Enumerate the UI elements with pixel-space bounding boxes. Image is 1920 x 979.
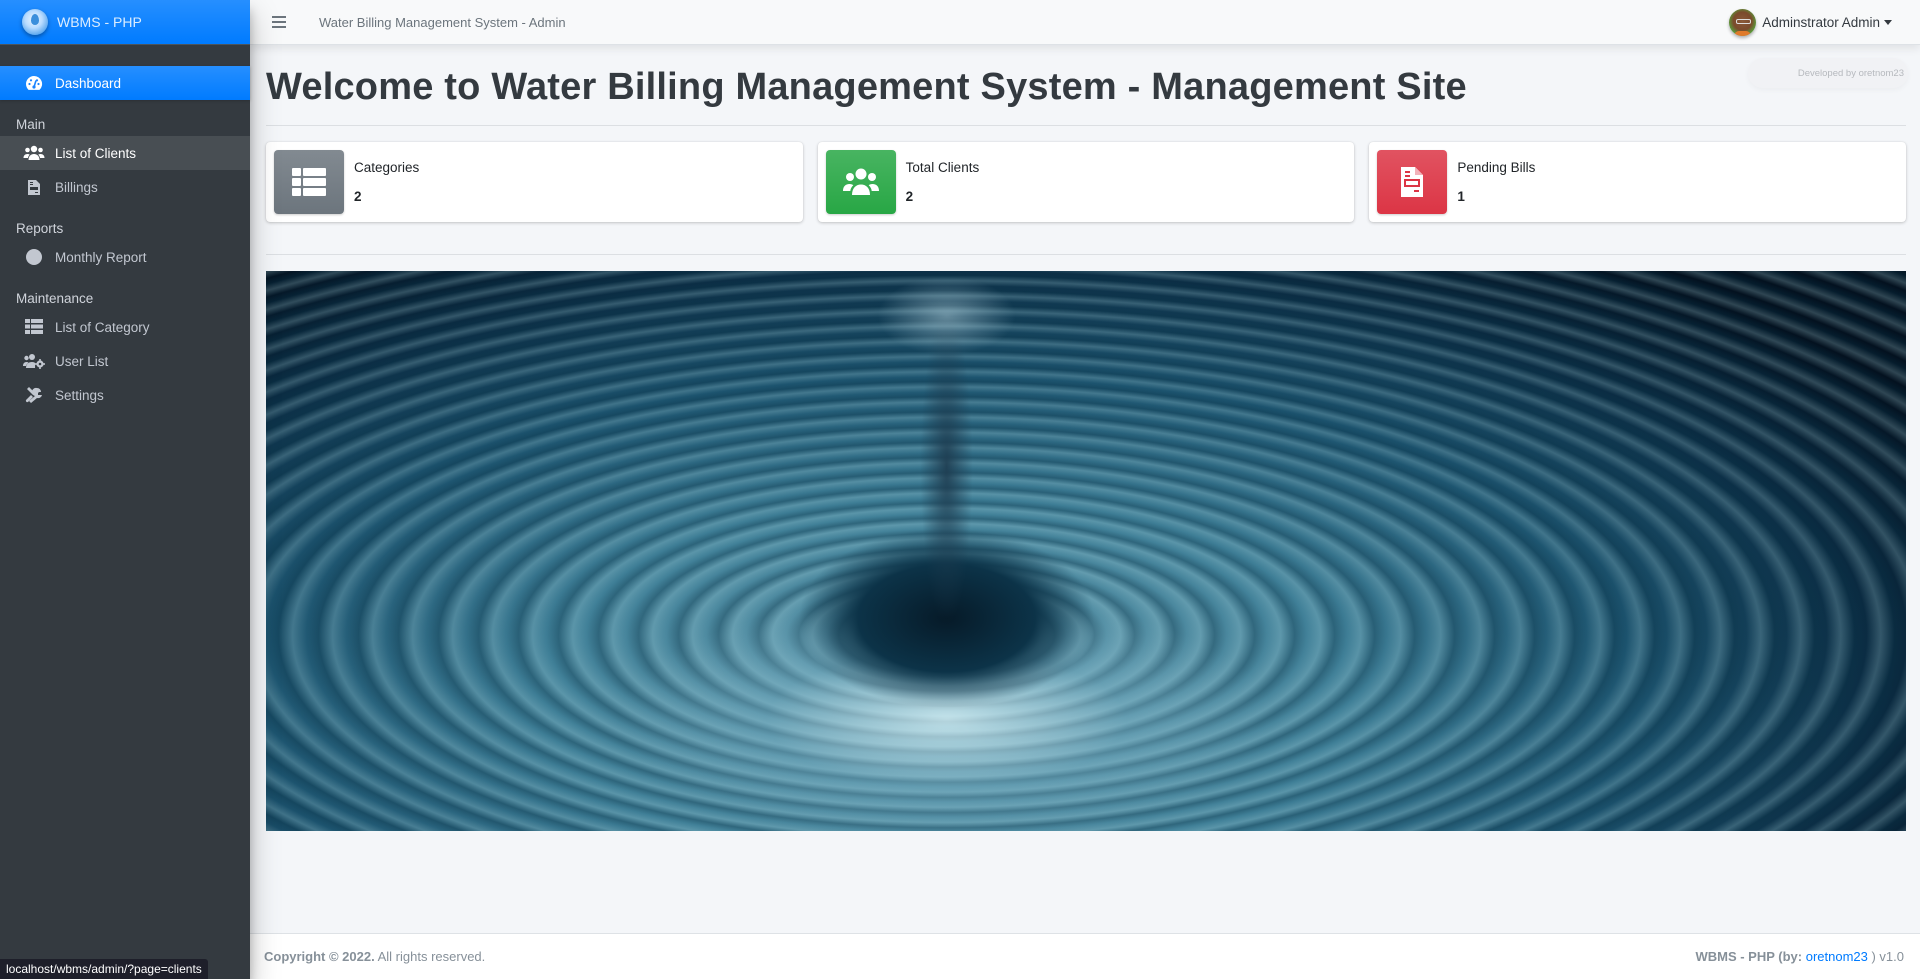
sidebar-item-billings[interactable]: Billings	[0, 170, 250, 204]
divider	[266, 254, 1906, 255]
user-dropdown[interactable]: Adminstrator Admin	[1729, 9, 1892, 36]
file-invoice-icon	[1401, 167, 1424, 197]
sidebar-item-monthly-report[interactable]: Monthly Report	[0, 240, 250, 274]
footer-copyright: Copyright © 2022. All rights reserved.	[264, 949, 485, 964]
users-icon	[23, 144, 45, 162]
tools-icon	[23, 386, 45, 404]
rights-text: All rights reserved.	[374, 949, 486, 964]
info-box-label: Total Clients	[905, 160, 980, 175]
sidebar-section-reports: Reports	[16, 220, 64, 236]
sidebar-item-list-of-category[interactable]: List of Category	[0, 310, 250, 344]
sidebar-item-label: List of Category	[55, 319, 150, 335]
info-box-label: Pending Bills	[1457, 160, 1536, 175]
sidebar-item-label: List of Clients	[55, 145, 137, 161]
sidebar-nav: Dashboard Main List of Clients Billings …	[0, 45, 250, 412]
divider	[266, 125, 1906, 126]
info-icon-box	[274, 150, 344, 214]
users-cog-icon	[23, 352, 45, 370]
user-name: Adminstrator Admin	[1762, 15, 1880, 30]
page-title: Welcome to Water Billing Management Syst…	[266, 66, 1467, 108]
sidebar-item-label: User List	[55, 353, 109, 369]
info-icon-box	[825, 150, 896, 214]
users-icon	[842, 168, 879, 195]
dashboard-gauge-icon	[23, 74, 45, 92]
file-invoice-icon	[23, 178, 45, 196]
info-box-categories: Categories 2	[266, 142, 803, 222]
avatar	[1729, 9, 1757, 36]
sidebar-item-dashboard[interactable]: Dashboard	[0, 66, 250, 100]
footer-credits: WBMS - PHP (by: oretnom23 ) v1.0	[1695, 949, 1904, 964]
sidebar-item-user-list[interactable]: User List	[0, 344, 250, 378]
sidebar-section-maintenance: Maintenance	[16, 290, 94, 306]
caret-down-icon	[1884, 20, 1892, 25]
copyright-text: Copyright © 2022.	[264, 949, 375, 964]
hamburger-icon[interactable]	[272, 16, 286, 28]
info-box-label: Categories	[354, 160, 420, 175]
circle-icon	[23, 248, 45, 266]
sidebar-item-label: Settings	[55, 387, 104, 403]
sidebar-item-list-of-clients[interactable]: List of Clients	[0, 136, 250, 170]
sidebar-item-label: Monthly Report	[55, 249, 147, 265]
site-title: Water Billing Management System - Admin	[319, 14, 566, 30]
sidebar-section-main: Main	[16, 116, 46, 132]
info-box-pending-bills: Pending Bills 1	[1369, 142, 1907, 222]
browser-status-url: localhost/wbms/admin/?page=clients	[0, 959, 208, 979]
app-credit-text: WBMS - PHP (by:	[1695, 949, 1806, 964]
hero-water-image	[266, 271, 1906, 831]
footer: Copyright © 2022. All rights reserved. W…	[250, 933, 1920, 979]
info-icon-box	[1377, 150, 1448, 214]
sidebar-item-label: Billings	[55, 179, 98, 195]
info-box-value: 1	[1457, 189, 1465, 204]
info-box-total-clients: Total Clients 2	[817, 142, 1355, 222]
sidebar-item-settings[interactable]: Settings	[0, 378, 250, 412]
table-list-icon	[23, 318, 45, 336]
author-link[interactable]: oretnom23	[1806, 949, 1868, 964]
info-box-row: Categories 2 Total Clients 2 Pending Bil…	[266, 142, 1907, 222]
top-navbar: Water Billing Management System - Admin …	[250, 0, 1920, 45]
brand-name: WBMS - PHP	[57, 14, 142, 30]
info-box-value: 2	[354, 189, 362, 204]
version-text: ) v1.0	[1867, 949, 1904, 964]
brand-link[interactable]: WBMS - PHP	[0, 0, 250, 45]
water-drop-logo-icon	[22, 9, 48, 35]
info-box-value: 2	[905, 189, 914, 204]
table-list-icon	[292, 168, 326, 196]
sidebar: WBMS - PHP Dashboard Main List of Client…	[0, 0, 250, 979]
main-content: Welcome to Water Billing Management Syst…	[266, 45, 1907, 831]
sidebar-item-label: Dashboard	[55, 75, 122, 91]
